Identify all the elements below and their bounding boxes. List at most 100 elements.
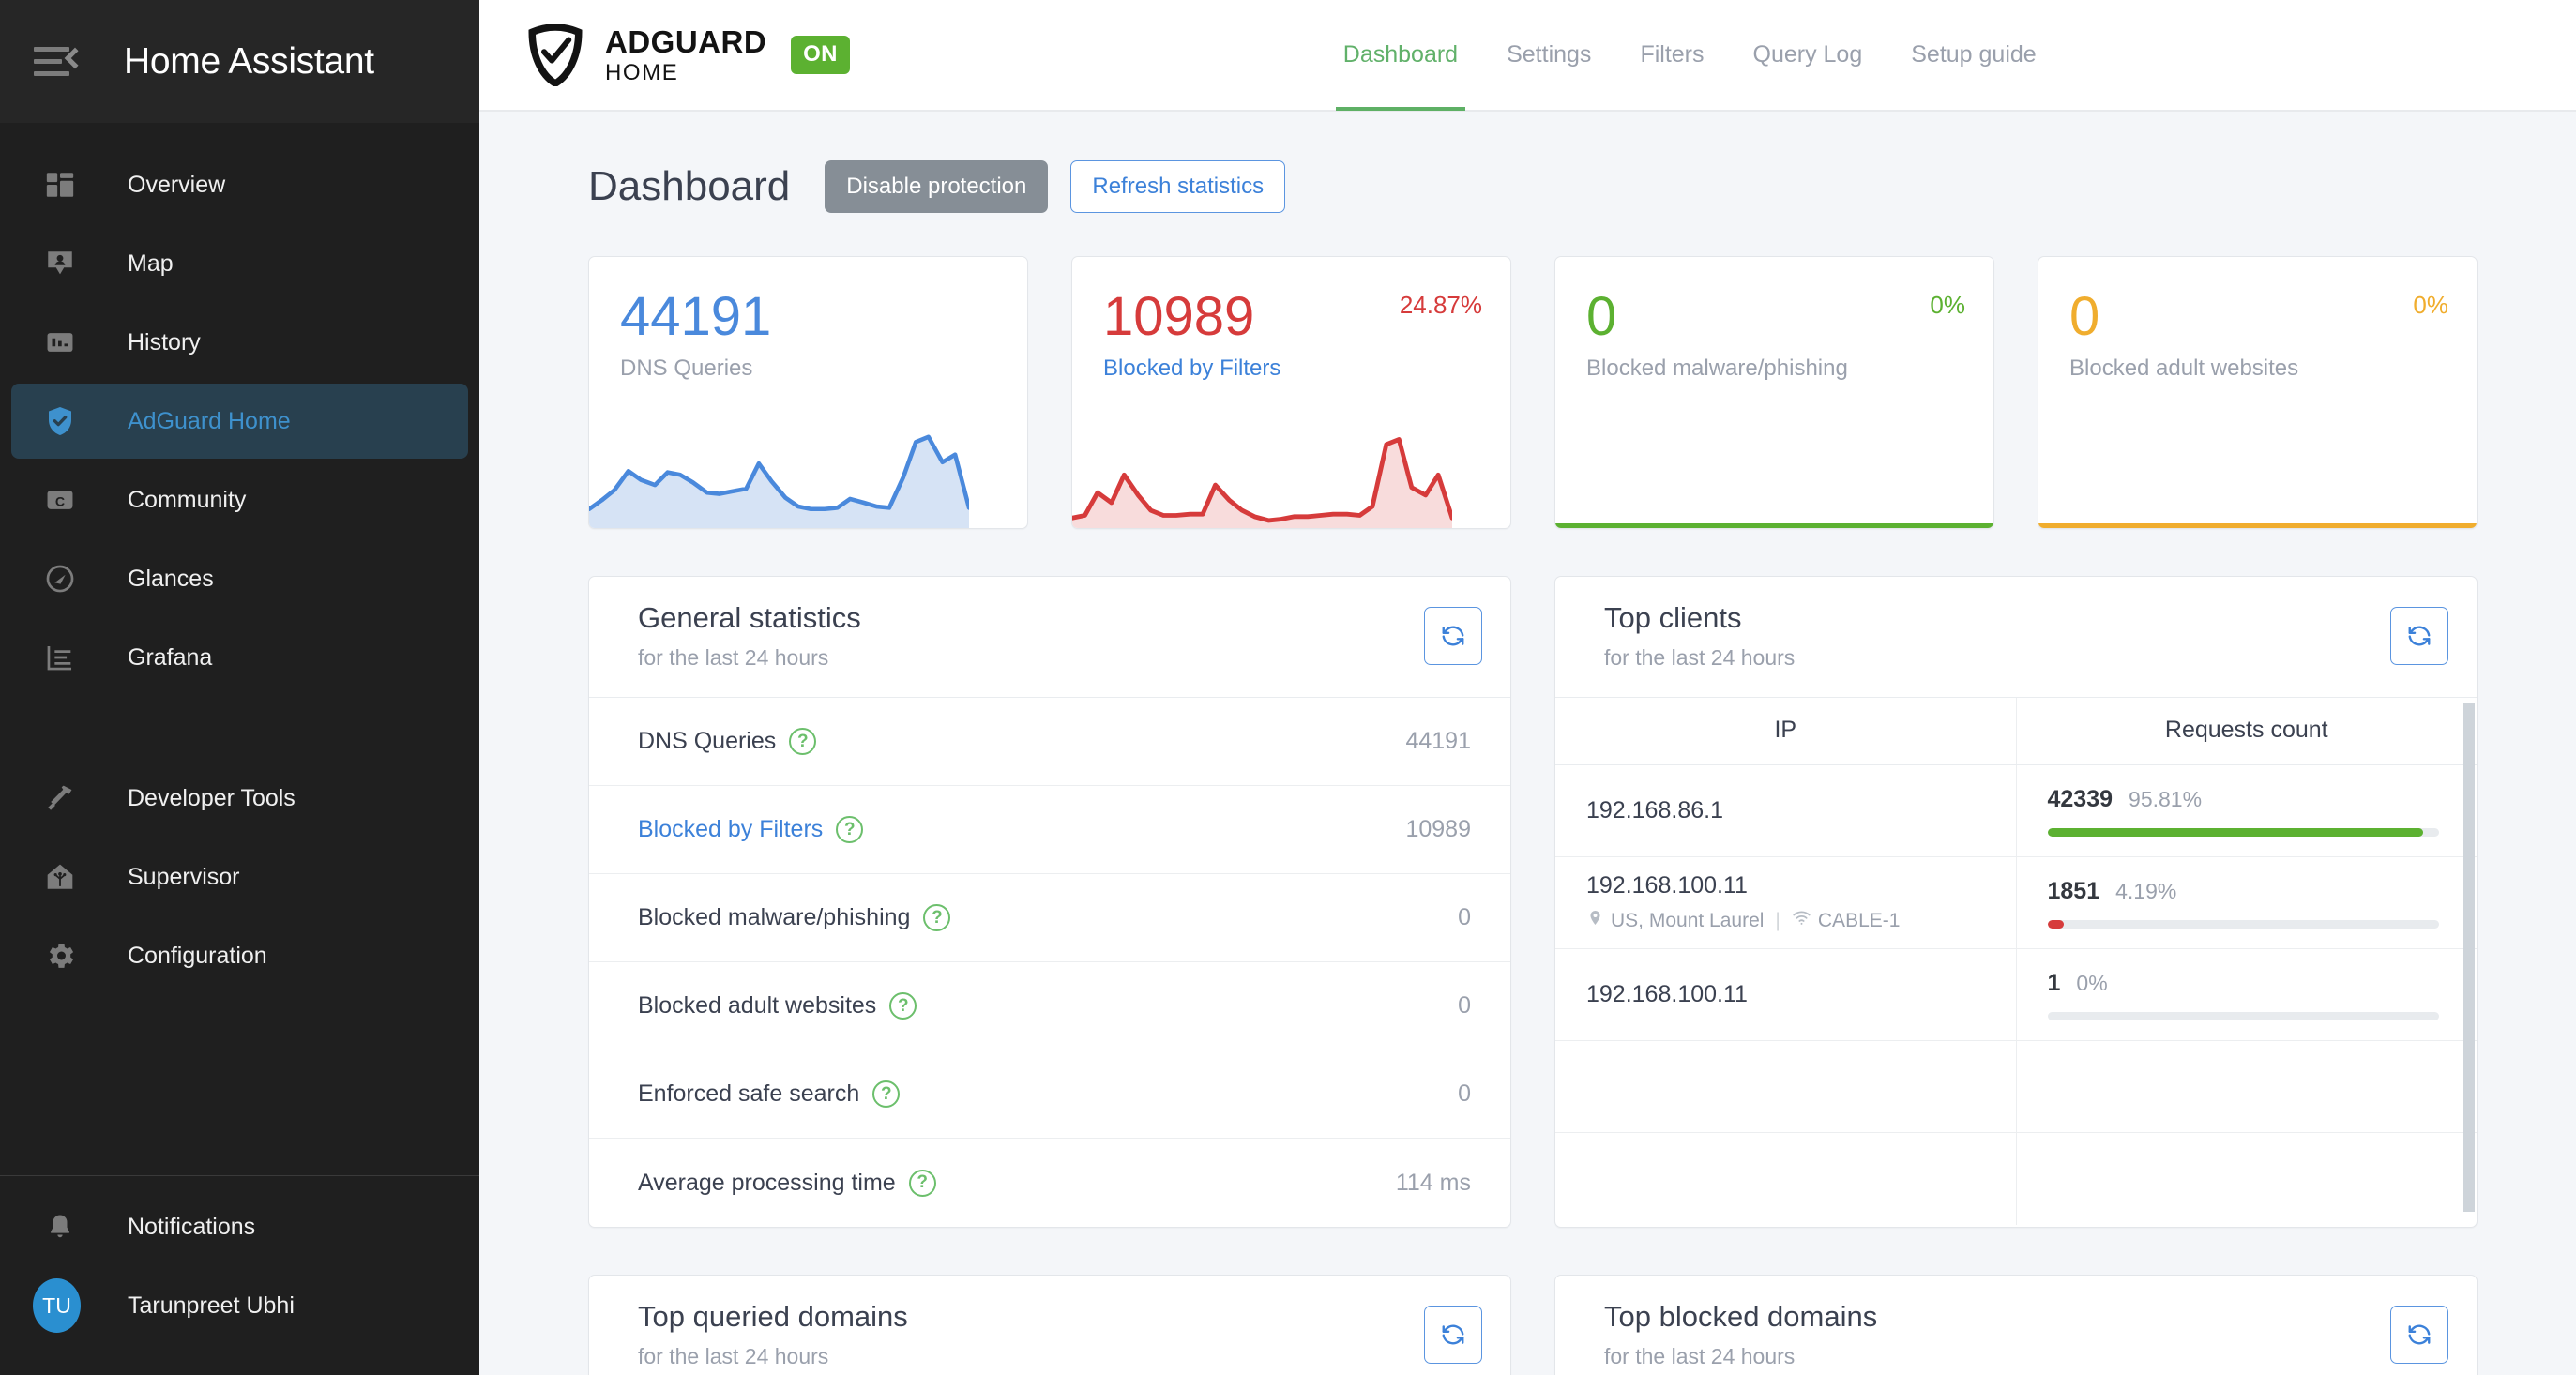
sidebar-item-label: Community (128, 486, 247, 513)
sidebar-user-name: Tarunpreet Ubhi (128, 1292, 295, 1319)
stat-card-label: Blocked malware/phishing (1586, 355, 1848, 382)
client-ip[interactable]: 192.168.100.11 (1586, 981, 2016, 1008)
tab-dashboard[interactable]: Dashboard (1319, 0, 1482, 111)
refresh-icon[interactable] (1424, 607, 1482, 665)
location-pin-icon (1586, 909, 1604, 932)
meta-separator: | (1775, 909, 1780, 931)
top-clients-table: IP Requests count 192.168.86.1 42339 95.… (1555, 698, 2477, 1225)
shield-check-icon (39, 400, 81, 442)
refresh-icon[interactable] (2390, 1306, 2448, 1364)
sidebar-divider (0, 1175, 479, 1176)
top-blocked-domains-panel: Top blocked domains for the last 24 hour… (1554, 1275, 2478, 1375)
refresh-statistics-button[interactable]: Refresh statistics (1070, 160, 1286, 213)
client-ip[interactable]: 192.168.100.11 (1586, 872, 2016, 899)
panel-title: Top clients (1604, 601, 1742, 634)
stat-card-percent: 24.87% (1399, 291, 1482, 319)
stat-card-value: 0 (1586, 286, 1617, 347)
bell-icon (39, 1206, 81, 1247)
sidebar-item-label: Glances (128, 565, 214, 592)
client-ip[interactable]: 192.168.86.1 (1586, 797, 2016, 824)
stat-card-blocked-by-filters[interactable]: 24.87% 10989 Blocked by Filters (1071, 256, 1511, 529)
tab-settings[interactable]: Settings (1482, 0, 1615, 111)
table-row[interactable]: Enforced safe search? 0 (589, 1050, 1510, 1139)
stat-card-label: Blocked by Filters (1103, 355, 1281, 382)
sidebar-item-label: Developer Tools (128, 784, 295, 811)
svg-text:C: C (55, 495, 65, 510)
requests-count: 1 (2047, 969, 2061, 996)
sidebar-item-user[interactable]: TU Tarunpreet Ubhi (11, 1268, 468, 1343)
sidebar-item-supervisor[interactable]: Supervisor (11, 839, 468, 914)
table-row[interactable]: Blocked by Filters? 10989 (589, 786, 1510, 874)
panel-header: Top queried domains for the last 24 hour… (589, 1276, 1510, 1375)
stat-row-name: Blocked adult websites? (638, 992, 917, 1020)
column-header-ip[interactable]: IP (1555, 698, 2017, 765)
tab-filters[interactable]: Filters (1615, 0, 1728, 111)
sidebar-item-developer-tools[interactable]: Developer Tools (11, 761, 468, 836)
logo-primary-text: ADGUARD (605, 23, 767, 59)
table-row[interactable]: Average processing time? 114 ms (589, 1139, 1510, 1227)
help-circle-icon[interactable]: ? (836, 816, 864, 843)
sidebar-header: Home Assistant (0, 0, 479, 123)
panel-subtitle: for the last 24 hours (1604, 645, 1796, 670)
stat-row-name[interactable]: Blocked by Filters? (638, 816, 864, 843)
stat-card-percent: 0% (2413, 291, 2448, 319)
disable-protection-button[interactable]: Disable protection (825, 160, 1049, 213)
sidebar-item-grafana[interactable]: Grafana (11, 620, 468, 695)
stat-row-value: 0 (1458, 992, 1471, 1019)
adguard-logo[interactable]: ADGUARD HOME (526, 23, 767, 86)
panel-subtitle: for the last 24 hours (1604, 1344, 1796, 1368)
sidebar-item-community[interactable]: C Community (11, 462, 468, 537)
status-badge: ON (791, 36, 850, 74)
sidebar-item-overview[interactable]: Overview (11, 147, 468, 222)
table-row[interactable]: 192.168.86.1 42339 95.81% (1555, 764, 2477, 857)
stat-row-value: 114 ms (1395, 1169, 1471, 1196)
stat-row-name: Average processing time? (638, 1169, 936, 1197)
panel-header: Top clients for the last 24 hours (1555, 577, 2477, 698)
top-clients-panel: Top clients for the last 24 hours IP Req… (1554, 576, 2478, 1228)
help-circle-icon[interactable]: ? (889, 992, 917, 1020)
table-row[interactable]: 192.168.100.11 1 0% (1555, 948, 2477, 1041)
panel-subtitle: for the last 24 hours (638, 1344, 829, 1368)
stat-card-label: Blocked adult websites (2069, 355, 2299, 382)
refresh-icon[interactable] (1424, 1306, 1482, 1364)
help-circle-icon[interactable]: ? (789, 728, 817, 755)
sidebar-item-adguard-home[interactable]: AdGuard Home (11, 384, 468, 459)
stat-card-dns-queries[interactable]: 44191 DNS Queries (588, 256, 1028, 529)
top-queried-domains-panel: Top queried domains for the last 24 hour… (588, 1275, 1511, 1375)
sidebar-item-label: Overview (128, 171, 226, 198)
sidebar-item-notifications[interactable]: Notifications (11, 1189, 468, 1264)
table-row[interactable]: 192.168.100.11 US, Mount Laurel | CABLE-… (1555, 856, 2477, 949)
logo-secondary-text: HOME (605, 59, 679, 85)
stat-card-blocked-malware[interactable]: 0% 0 Blocked malware/phishing (1554, 256, 1994, 529)
table-row (1555, 1040, 2477, 1133)
main-area: ADGUARD HOME ON Dashboard Settings Filte… (479, 0, 2576, 1375)
table-scrollbar[interactable] (2463, 698, 2475, 1225)
help-circle-icon[interactable]: ? (923, 904, 951, 931)
sidebar-item-configuration[interactable]: Configuration (11, 918, 468, 993)
malware-flat-sparkline (1555, 523, 1993, 528)
help-circle-icon[interactable]: ? (872, 1080, 901, 1108)
sidebar-item-label: Supervisor (128, 863, 240, 890)
bar-chart-icon (39, 322, 81, 363)
stat-row-value: 0 (1458, 1080, 1471, 1107)
tab-setup-guide[interactable]: Setup guide (1887, 0, 2060, 111)
menu-collapse-icon[interactable] (34, 37, 86, 87)
general-statistics-panel: General statistics for the last 24 hours… (588, 576, 1511, 1228)
progress-bar (2047, 827, 2439, 837)
table-row[interactable]: Blocked adult websites? 0 (589, 962, 1510, 1050)
tab-query-log[interactable]: Query Log (1729, 0, 1887, 111)
column-header-requests-count[interactable]: Requests count (2016, 698, 2477, 765)
sidebar-item-history[interactable]: History (11, 305, 468, 380)
table-row[interactable]: Blocked malware/phishing? 0 (589, 874, 1510, 962)
help-circle-icon[interactable]: ? (908, 1169, 936, 1197)
stat-row-name: DNS Queries? (638, 728, 817, 755)
stat-card-blocked-adult[interactable]: 0% 0 Blocked adult websites (2038, 256, 2478, 529)
page-header: Dashboard Disable protection Refresh sta… (588, 160, 2478, 213)
hammer-icon (39, 778, 81, 819)
requests-count: 1851 (2047, 877, 2100, 904)
sidebar-item-glances[interactable]: Glances (11, 541, 468, 616)
refresh-icon[interactable] (2390, 607, 2448, 665)
sidebar-item-map[interactable]: Map (11, 226, 468, 301)
table-row[interactable]: DNS Queries? 44191 (589, 698, 1510, 786)
